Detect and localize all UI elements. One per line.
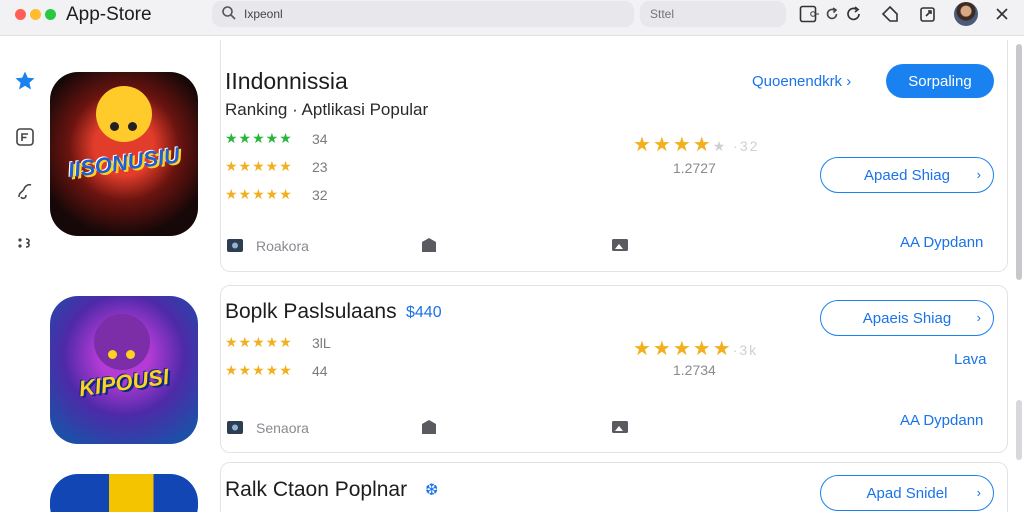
get-app-button-label: Apad Snidel bbox=[866, 484, 948, 502]
app-title[interactable]: IIndonnissia bbox=[225, 68, 348, 95]
search-bar[interactable] bbox=[212, 1, 838, 27]
category-tag[interactable]: Lava bbox=[954, 351, 987, 368]
see-all-label: Quoenendkrk bbox=[752, 73, 843, 90]
search-icon bbox=[222, 6, 236, 20]
see-all-link[interactable]: Quoenendkrk › bbox=[752, 73, 851, 90]
average-rating-stars: ★★★★★ ·32 bbox=[633, 132, 759, 157]
developer-link[interactable]: AA Dypdann bbox=[900, 412, 983, 429]
get-app-button-label: Apaed Shiag bbox=[864, 166, 950, 184]
close-window-button[interactable] bbox=[15, 9, 26, 20]
rating-filled-stars: ★★★★★ bbox=[633, 338, 733, 360]
app-badge-icon: ❆ bbox=[425, 482, 439, 499]
rating-count: 3lL bbox=[312, 335, 331, 351]
scrollbar-thumb[interactable] bbox=[1016, 44, 1022, 280]
sidebar-document-icon[interactable] bbox=[14, 126, 36, 148]
developer-icon bbox=[227, 421, 243, 434]
secondary-search-input[interactable] bbox=[650, 5, 770, 23]
app-title: App-Store bbox=[66, 4, 152, 25]
price-badge: $440 bbox=[406, 304, 442, 321]
reload-icon[interactable] bbox=[824, 6, 840, 22]
rating-value: 1.2734 bbox=[673, 362, 716, 378]
search-input[interactable] bbox=[244, 5, 544, 23]
chevron-right-icon: › bbox=[846, 73, 852, 90]
minimize-window-button[interactable] bbox=[30, 9, 41, 20]
rating-stars: ★★★★★ bbox=[225, 130, 293, 146]
age-rating-icon bbox=[422, 238, 436, 252]
app-subtitle: Ranking · Aptlikasi Popular bbox=[225, 100, 429, 119]
app-title[interactable]: Boplk Paslsulaans bbox=[225, 300, 397, 324]
rating-half-star: ·3k bbox=[732, 342, 759, 358]
get-app-button[interactable]: Apaeis Shiag › bbox=[820, 300, 994, 336]
rating-count: 44 bbox=[312, 363, 328, 379]
primary-action-button[interactable]: Sorpaling bbox=[886, 64, 994, 98]
scrollbar-thumb-lower[interactable] bbox=[1016, 400, 1022, 460]
get-app-button[interactable]: Apaed Shiag › bbox=[820, 157, 994, 193]
profile-avatar[interactable] bbox=[954, 2, 978, 26]
mascot-icon bbox=[96, 86, 152, 142]
rating-filled-stars: ★★★★ bbox=[633, 134, 713, 156]
app-icon[interactable]: IISONUSIU bbox=[50, 72, 198, 236]
square-icon[interactable] bbox=[798, 4, 818, 24]
refresh-icon[interactable] bbox=[844, 4, 864, 24]
get-app-button[interactable]: Apad Snidel › bbox=[820, 475, 994, 511]
chevron-right-icon: › bbox=[976, 310, 981, 325]
rating-count: 32 bbox=[312, 187, 328, 203]
rating-count: 34 bbox=[312, 131, 328, 147]
app-title[interactable]: Ralk Ctaon Poplnar bbox=[225, 478, 407, 502]
close-icon[interactable] bbox=[992, 4, 1012, 24]
sidebar-paint-icon[interactable] bbox=[14, 180, 36, 202]
rating-stars: ★★★★★ bbox=[225, 334, 293, 350]
developer-name[interactable]: Senaora bbox=[256, 420, 309, 436]
sidebar-star-icon[interactable] bbox=[14, 70, 36, 92]
age-rating-icon bbox=[422, 420, 436, 434]
rating-stars: ★★★★★ bbox=[225, 362, 293, 378]
screenshot-icon bbox=[612, 421, 628, 433]
developer-name[interactable]: Roakora bbox=[256, 238, 309, 254]
rating-stars: ★★★★★ bbox=[225, 158, 293, 174]
developer-icon bbox=[227, 239, 243, 252]
tag-icon[interactable] bbox=[880, 4, 900, 24]
app-icon[interactable] bbox=[50, 474, 198, 512]
rating-count: 23 bbox=[312, 159, 328, 175]
rating-value: 1.2727 bbox=[673, 160, 716, 176]
chevron-right-icon: › bbox=[976, 485, 981, 500]
sidebar-grid-icon[interactable] bbox=[14, 232, 36, 254]
chevron-right-icon: › bbox=[976, 167, 981, 182]
developer-link[interactable]: AA Dypdann bbox=[900, 234, 983, 251]
share-icon[interactable] bbox=[918, 4, 938, 24]
zoom-window-button[interactable] bbox=[45, 9, 56, 20]
get-app-button-label: Apaeis Shiag bbox=[862, 309, 952, 327]
screenshot-icon bbox=[612, 239, 628, 251]
title-bar: App-Store bbox=[0, 0, 1024, 36]
mascot-icon bbox=[94, 314, 150, 370]
app-icon[interactable]: KIPOUSI bbox=[50, 296, 198, 444]
rating-half-star: ★ ·32 bbox=[712, 138, 760, 154]
app-icon-wordmark: IISONUSIU bbox=[66, 142, 182, 183]
rating-stars: ★★★★★ bbox=[225, 186, 293, 202]
average-rating-stars: ★★★★★·3k bbox=[633, 336, 758, 361]
secondary-search-bar[interactable] bbox=[640, 1, 786, 27]
